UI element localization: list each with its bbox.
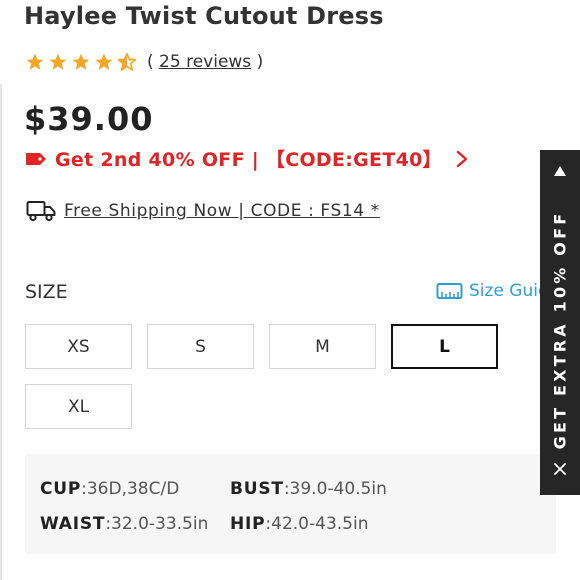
caret-up-icon: [554, 166, 566, 176]
truck-icon: [26, 201, 56, 222]
size-option-xl[interactable]: XL: [25, 384, 132, 429]
rating-stars: [25, 52, 137, 72]
hip-measurement: HIP:42.0-43.5in: [230, 514, 368, 534]
cup-measurement: CUP:36D,38C/D: [40, 479, 179, 499]
rating-row: ( 25 reviews ): [25, 52, 263, 72]
star-icon: [49, 53, 67, 70]
tag-icon: [26, 152, 46, 165]
promo-banner[interactable]: Get 2nd 40% OFF | 【CODE:GET40】: [25, 145, 468, 172]
size-label: SIZE: [25, 281, 68, 303]
size-option-xs[interactable]: XS: [25, 324, 132, 369]
close-icon[interactable]: [553, 462, 567, 476]
cup-value: :36D,38C/D: [81, 479, 180, 499]
extra-discount-tab[interactable]: GET EXTRA 10% OFF: [540, 150, 580, 495]
star-icon: [26, 53, 44, 70]
promo-text: Get 2nd 40% OFF | 【CODE:GET40】: [55, 149, 442, 171]
product-price: $39.00: [24, 100, 154, 138]
star-icon: [95, 53, 113, 70]
cup-label: CUP: [40, 479, 82, 499]
size-option-m[interactable]: M: [269, 324, 376, 369]
size-measurements: CUP:36D,38C/D BUST:39.0-40.5in WAIST:32.…: [25, 454, 556, 554]
hip-value: :42.0-43.5in: [265, 514, 369, 534]
shipping-row[interactable]: Free Shipping Now | CODE : FS14 *: [26, 200, 380, 222]
star-icon: [72, 53, 90, 70]
bust-measurement: BUST:39.0-40.5in: [230, 479, 387, 499]
reviews-link[interactable]: 25 reviews: [159, 52, 251, 72]
bust-label: BUST: [230, 479, 284, 499]
waist-label: WAIST: [40, 514, 106, 534]
waist-value: :32.0-33.5in: [105, 514, 209, 534]
waist-measurement: WAIST:32.0-33.5in: [40, 514, 208, 534]
chevron-right-icon: [456, 150, 468, 167]
ruler-icon: [436, 283, 463, 299]
hip-label: HIP: [230, 514, 266, 534]
reviews-close-paren: ): [256, 52, 264, 72]
product-title: Haylee Twist Cutout Dress: [24, 2, 384, 30]
size-option-l[interactable]: L: [391, 324, 498, 369]
reviews-count: ( 25 reviews ): [147, 52, 263, 72]
bust-value: :39.0-40.5in: [283, 479, 387, 499]
size-option-s[interactable]: S: [147, 324, 254, 369]
reviews-open-paren: (: [147, 52, 154, 72]
half-star-icon: [117, 52, 137, 71]
shipping-text: Free Shipping Now | CODE : FS14 *: [64, 201, 380, 221]
left-divider: [0, 84, 2, 580]
extra-discount-text: GET EXTRA 10% OFF: [550, 210, 570, 450]
